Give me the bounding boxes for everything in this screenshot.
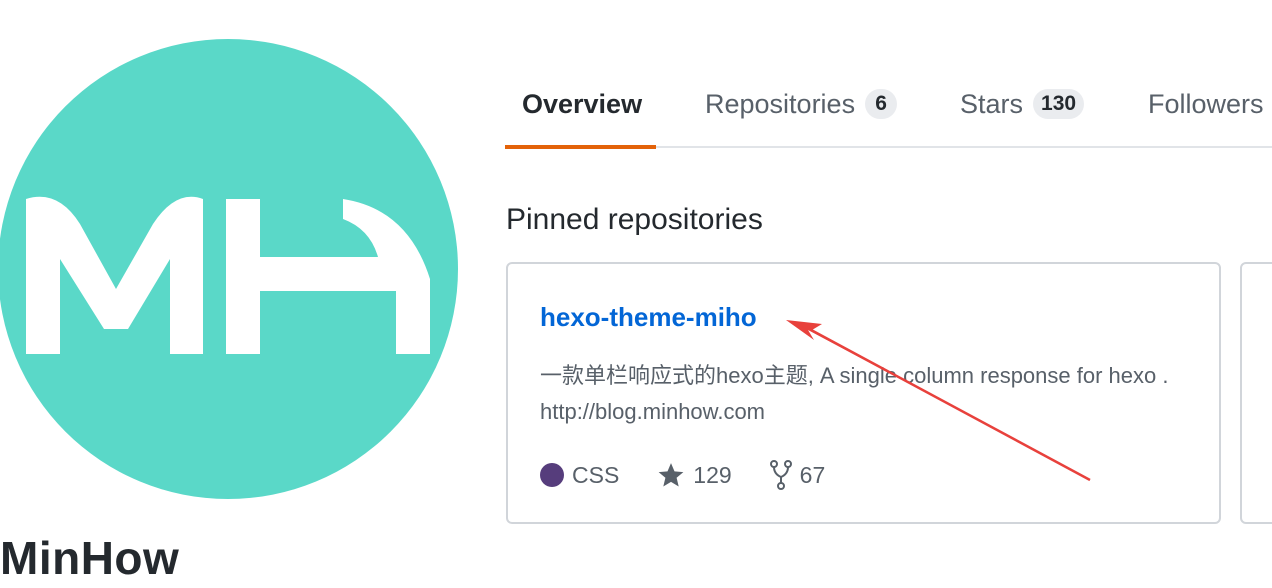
forks-count: 67 <box>799 461 826 488</box>
tab-label: Stars <box>960 88 1024 119</box>
tab-repositories[interactable]: Repositories 6 <box>705 60 898 148</box>
fork-icon <box>769 460 792 490</box>
repo-language: CSS <box>540 462 619 489</box>
pinned-repo-card: hexo-theme-miho 一款单栏响应式的hexo主题, A single… <box>506 262 1221 524</box>
tab-overview[interactable]: Overview <box>522 60 642 148</box>
active-tab-indicator <box>505 145 656 149</box>
repo-stars-link[interactable]: 129 <box>657 461 732 489</box>
star-icon <box>658 463 684 487</box>
repo-description: 一款单栏响应式的hexo主题, A single column response… <box>540 363 1169 424</box>
language-label: CSS <box>572 461 620 488</box>
repositories-count-badge: 6 <box>865 89 898 119</box>
tab-label: Repositories <box>705 88 856 119</box>
profile-nav-tabs: Overview Repositories 6 Stars 130 Follow… <box>505 60 1272 148</box>
profile-avatar[interactable] <box>0 39 458 499</box>
pinned-repositories-heading: Pinned repositories <box>506 203 763 236</box>
tab-label: Overview <box>522 88 643 119</box>
tab-label: Followers <box>1148 88 1264 119</box>
language-color-dot <box>540 463 564 487</box>
stars-count-badge: 130 <box>1033 89 1085 119</box>
pinned-repo-card-partial <box>1240 262 1272 524</box>
tab-followers[interactable]: Followers <box>1148 60 1264 148</box>
repo-forks-link[interactable]: 67 <box>769 460 826 490</box>
stars-count: 129 <box>693 461 732 488</box>
tab-stars[interactable]: Stars 130 <box>960 60 1085 148</box>
repo-name-link[interactable]: hexo-theme-miho <box>540 302 757 333</box>
avatar-image <box>0 39 458 499</box>
repo-meta: CSS 129 67 <box>540 460 863 490</box>
profile-username: MinHow <box>0 532 180 584</box>
